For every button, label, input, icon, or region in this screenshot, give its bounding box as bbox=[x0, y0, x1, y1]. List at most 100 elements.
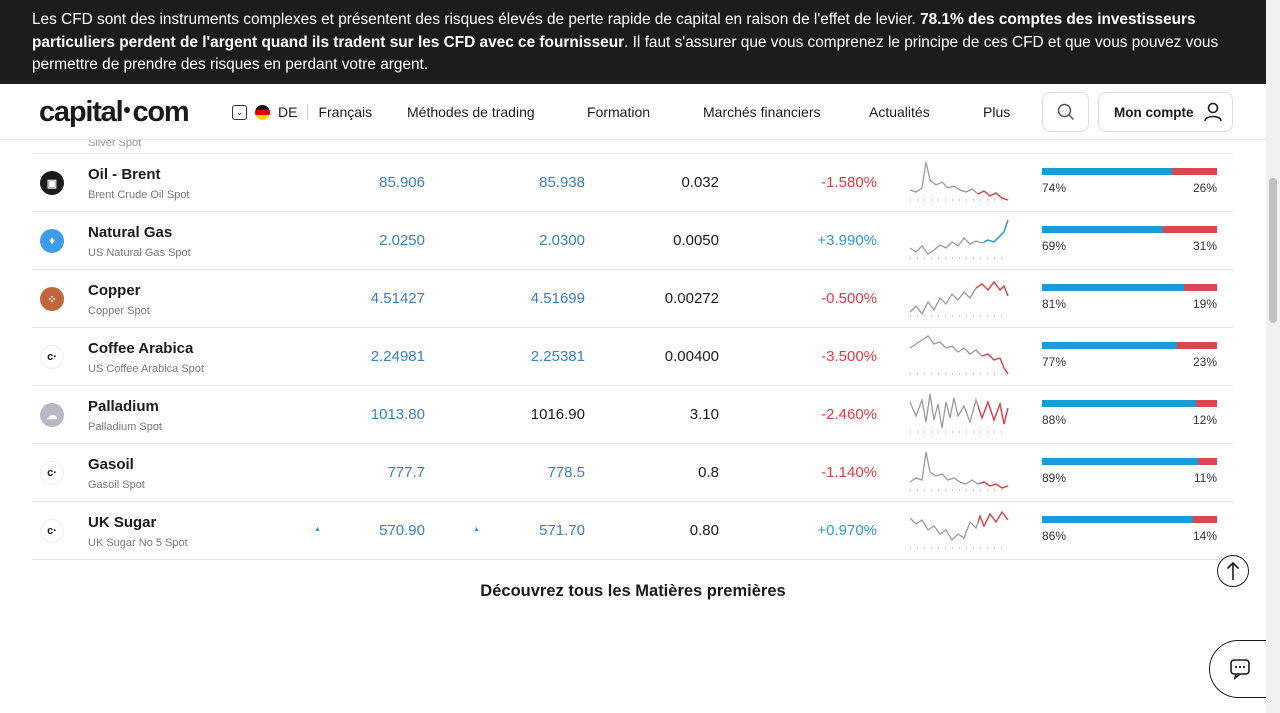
sellers-percent: 12% bbox=[1192, 413, 1217, 427]
change-percent: -1.580% bbox=[821, 174, 877, 191]
instrument-name[interactable]: Copper bbox=[88, 282, 141, 299]
sellers-bar bbox=[1196, 400, 1217, 407]
instrument-name[interactable]: Palladium bbox=[88, 398, 159, 415]
chevron-down-icon: ⌄ bbox=[232, 104, 247, 120]
buy-price[interactable]: 85.938 bbox=[539, 174, 585, 191]
instrument-sub: US Coffee Arabica Spot bbox=[88, 363, 204, 375]
menu-trading-methods[interactable]: Méthodes de trading bbox=[407, 104, 535, 120]
commodities-table: Silver Spot ▣ Oil - Brent Brent Crude Oi… bbox=[32, 96, 1233, 560]
buyers-percent: 69% bbox=[1042, 239, 1067, 253]
flame-icon: ♦ bbox=[40, 229, 64, 253]
buyers-percent: 86% bbox=[1042, 529, 1067, 543]
spread-value: 0.0050 bbox=[673, 232, 719, 249]
sell-price[interactable]: 1013.80 bbox=[371, 406, 425, 423]
instrument-sub: Brent Crude Oil Spot bbox=[88, 189, 190, 201]
spread-value: 0.00272 bbox=[664, 290, 719, 307]
instrument-name[interactable]: UK Sugar bbox=[88, 514, 156, 531]
menu-more[interactable]: Plus bbox=[983, 104, 1010, 120]
buy-price[interactable]: 778.5 bbox=[547, 464, 585, 481]
trader-sentiment: 77% 23% bbox=[1042, 342, 1217, 369]
sellers-percent: 11% bbox=[1193, 471, 1217, 485]
buyers-bar bbox=[1042, 516, 1193, 523]
instrument-sub: Palladium Spot bbox=[88, 421, 162, 433]
trader-sentiment: 86% 14% bbox=[1042, 516, 1217, 543]
table-row[interactable]: c· Gasoil Gasoil Spot 777.7 778.5 0.8 -1… bbox=[32, 444, 1233, 502]
sell-price[interactable]: 4.51427 bbox=[371, 290, 425, 307]
logo-text-end: com bbox=[132, 96, 189, 128]
change-percent: +3.990% bbox=[817, 232, 877, 249]
sellers-percent: 19% bbox=[1192, 297, 1217, 311]
table-row[interactable]: c· UK Sugar UK Sugar No 5 Spot ▲ ▲ 570.90… bbox=[32, 502, 1233, 560]
price-sparkline bbox=[909, 393, 1009, 433]
instrument-sub: UK Sugar No 5 Spot bbox=[88, 537, 188, 549]
price-sparkline bbox=[909, 335, 1009, 375]
instrument-name[interactable]: Coffee Arabica bbox=[88, 340, 193, 357]
trader-sentiment: 89% 11% bbox=[1042, 458, 1217, 485]
trader-sentiment: 88% 12% bbox=[1042, 400, 1217, 427]
buyers-bar bbox=[1042, 226, 1163, 233]
change-percent: -1.140% bbox=[821, 464, 877, 481]
account-button[interactable]: Mon compte bbox=[1098, 92, 1233, 132]
table-row[interactable]: c· Coffee Arabica US Coffee Arabica Spot… bbox=[32, 328, 1233, 386]
instrument-sub: Gasoil Spot bbox=[88, 479, 145, 491]
capital-c-icon: c· bbox=[40, 519, 64, 543]
sentiment-bar bbox=[1042, 458, 1217, 465]
change-percent: +0.970% bbox=[817, 522, 877, 539]
menu-education[interactable]: Formation bbox=[587, 104, 650, 120]
sentiment-bar bbox=[1042, 226, 1217, 233]
fuel-icon: ▣ bbox=[40, 171, 64, 195]
sellers-bar bbox=[1192, 516, 1217, 523]
menu-news[interactable]: Actualités bbox=[869, 104, 930, 120]
scroll-to-top-button[interactable] bbox=[1217, 555, 1249, 587]
sellers-percent: 26% bbox=[1192, 181, 1217, 195]
discover-all-commodities-link[interactable]: Découvrez tous les Matières premières bbox=[0, 582, 1266, 601]
table-row[interactable]: ⁘ Copper Copper Spot 4.51427 4.51699 0.0… bbox=[32, 270, 1233, 328]
sell-price[interactable]: 777.7 bbox=[387, 464, 425, 481]
table-row[interactable]: ▣ Oil - Brent Brent Crude Oil Spot 85.90… bbox=[32, 154, 1233, 212]
buy-price[interactable]: 2.25381 bbox=[531, 348, 585, 365]
spread-value: 0.00400 bbox=[664, 348, 719, 365]
buyers-percent: 77% bbox=[1042, 355, 1067, 369]
capital-c-icon: c· bbox=[40, 461, 64, 485]
spread-value: 3.10 bbox=[689, 406, 719, 423]
sentiment-bar bbox=[1042, 284, 1217, 291]
buy-price[interactable]: 571.70 bbox=[539, 522, 585, 539]
buy-price[interactable]: 1016.90 bbox=[531, 406, 585, 423]
capital-c-icon: c· bbox=[40, 345, 64, 369]
buyers-bar bbox=[1042, 168, 1172, 175]
spread-value: 0.032 bbox=[681, 174, 719, 191]
table-row[interactable]: ☁ Palladium Palladium Spot 1013.80 1016.… bbox=[32, 386, 1233, 444]
language-selector[interactable]: ⌄ DE Français bbox=[232, 104, 372, 120]
change-percent: -2.460% bbox=[821, 406, 877, 423]
price-sparkline bbox=[909, 161, 1009, 201]
buyers-bar bbox=[1042, 400, 1196, 407]
arrow-up-icon bbox=[1226, 561, 1240, 580]
risk-warning-banner: Les CFD sont des instruments complexes e… bbox=[0, 0, 1266, 84]
scrollbar-thumb[interactable] bbox=[1269, 178, 1277, 323]
sell-price[interactable]: 85.906 bbox=[379, 174, 425, 191]
instrument-sub: Copper Spot bbox=[88, 305, 150, 317]
up-arrow-icon: ▲ bbox=[473, 526, 480, 533]
sellers-bar bbox=[1162, 226, 1217, 233]
sellers-percent: 31% bbox=[1192, 239, 1217, 253]
instrument-name[interactable]: Gasoil bbox=[88, 456, 134, 473]
instrument-name[interactable]: Oil - Brent bbox=[88, 166, 161, 183]
palladium-icon: ☁ bbox=[40, 403, 64, 427]
search-icon bbox=[1057, 103, 1074, 121]
buy-price[interactable]: 4.51699 bbox=[531, 290, 585, 307]
instrument-name[interactable]: Natural Gas bbox=[88, 224, 172, 241]
sell-price[interactable]: 2.24981 bbox=[371, 348, 425, 365]
menu-markets[interactable]: Marchés financiers bbox=[703, 104, 821, 120]
buy-price[interactable]: 2.0300 bbox=[539, 232, 585, 249]
up-arrow-icon: ▲ bbox=[314, 526, 321, 533]
table-row[interactable]: ♦ Natural Gas US Natural Gas Spot 2.0250… bbox=[32, 212, 1233, 270]
sell-price[interactable]: 570.90 bbox=[379, 522, 425, 539]
sell-price[interactable]: 2.0250 bbox=[379, 232, 425, 249]
chat-button[interactable] bbox=[1209, 640, 1269, 698]
risk-warning-text: Les CFD sont des instruments complexes e… bbox=[32, 11, 921, 28]
change-percent: -0.500% bbox=[821, 290, 877, 307]
page-scrollbar[interactable] bbox=[1266, 0, 1280, 713]
capital-com-logo[interactable]: capital com bbox=[39, 96, 190, 129]
language-label: Français bbox=[318, 104, 373, 120]
search-button[interactable] bbox=[1042, 92, 1089, 132]
